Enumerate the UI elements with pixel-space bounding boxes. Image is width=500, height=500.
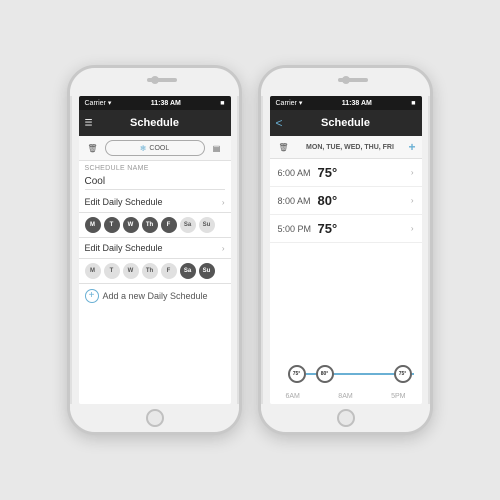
chevron-right-icon-1: ›: [222, 198, 225, 207]
slider-label-left: 6AM: [286, 393, 300, 400]
add-schedule-label: Add a new Daily Schedule: [103, 291, 208, 301]
time-slot-2[interactable]: 8:00 AM 80° ›: [270, 187, 422, 215]
phone-1-nav-title: Schedule: [130, 117, 179, 129]
phone-1-bottom: [70, 404, 239, 432]
phone-2: Carrier ▾ 11:38 AM ■ < Schedule 🗑 MON, T…: [258, 65, 433, 435]
schedule-name-label: SCHEDULE NAME: [85, 165, 225, 172]
p2-status-carrier: Carrier ▾: [276, 99, 303, 107]
phone-2-status-bar: Carrier ▾ 11:38 AM ■: [270, 96, 422, 110]
phone-1-screen: Carrier ▾ 11:38 AM ■ ☰ Schedule 🗑 ❄ COOL: [79, 96, 231, 404]
phone-2-nav-title: Schedule: [321, 117, 370, 129]
menu-icon[interactable]: ☰: [85, 118, 93, 129]
phone-1-status-bar: Carrier ▾ 11:38 AM ■: [79, 96, 231, 110]
slider-area: 75° 80° 75° 6AM 8AM 5PM: [270, 243, 422, 404]
days-row-2: M T W Th F Sa Su: [79, 259, 231, 284]
day-M-2[interactable]: M: [85, 263, 101, 279]
time-3-label: 5:00 PM: [278, 224, 318, 234]
edit-schedule-1-row[interactable]: Edit Daily Schedule ›: [79, 192, 231, 213]
status-time: 11:38 AM: [151, 100, 181, 107]
temp-2-value: 80°: [318, 193, 411, 208]
time-1-label: 6:00 AM: [278, 168, 318, 178]
day-Sa-2[interactable]: Sa: [180, 263, 196, 279]
day-W-1[interactable]: W: [123, 217, 139, 233]
slider-labels: 6AM 8AM 5PM: [278, 393, 414, 400]
snowflake-icon: ❄: [140, 144, 147, 153]
phone-1-top-bar: [70, 68, 239, 96]
slider-dot-3[interactable]: 75°: [394, 365, 412, 383]
time-2-label: 8:00 AM: [278, 196, 318, 206]
day-T-1[interactable]: T: [104, 217, 120, 233]
phone-2-bottom: [261, 404, 430, 432]
phone-1: Carrier ▾ 11:38 AM ■ ☰ Schedule 🗑 ❄ COOL: [67, 65, 242, 435]
phone-2-nav-bar: < Schedule: [270, 110, 422, 136]
trash-icon-toolbar[interactable]: 🗑: [85, 140, 101, 156]
day-W-2[interactable]: W: [123, 263, 139, 279]
cool-label: COOL: [149, 145, 169, 152]
slider-dot-2[interactable]: 80°: [316, 365, 334, 383]
phone-2-speaker: [338, 78, 368, 82]
phone-2-top-bar: [261, 68, 430, 96]
phone-2-screen: Carrier ▾ 11:38 AM ■ < Schedule 🗑 MON, T…: [270, 96, 422, 404]
chevron-right-t2: ›: [411, 196, 414, 205]
edit-schedule-2-label: Edit Daily Schedule: [85, 243, 222, 253]
chevron-right-icon-2: ›: [222, 244, 225, 253]
phone-2-toolbar: 🗑 MON, TUE, WED, THU, FRI +: [270, 136, 422, 159]
calendar-icon[interactable]: ▤: [209, 140, 225, 156]
chevron-right-t1: ›: [411, 168, 414, 177]
day-Su-1[interactable]: Su: [199, 217, 215, 233]
phone-2-home-button[interactable]: [337, 409, 355, 427]
time-slot-3[interactable]: 5:00 PM 75° ›: [270, 215, 422, 243]
slider-dot-3-value: 75°: [399, 371, 407, 377]
day-Sa-1[interactable]: Sa: [180, 217, 196, 233]
slider-dot-1[interactable]: 75°: [288, 365, 306, 383]
temp-3-value: 75°: [318, 221, 411, 236]
edit-schedule-2-row[interactable]: Edit Daily Schedule ›: [79, 238, 231, 259]
slider-label-right: 5PM: [391, 393, 405, 400]
chevron-right-t3: ›: [411, 224, 414, 233]
cool-badge[interactable]: ❄ COOL: [105, 140, 205, 156]
p2-status-time: 11:38 AM: [342, 100, 372, 107]
days-header: MON, TUE, WED, THU, FRI: [296, 144, 405, 151]
phone-1-nav-bar: ☰ Schedule: [79, 110, 231, 136]
schedule-name-section: SCHEDULE NAME Cool: [79, 161, 231, 192]
phone-1-speaker: [147, 78, 177, 82]
day-Th-1[interactable]: Th: [142, 217, 158, 233]
status-carrier: Carrier ▾: [85, 99, 112, 107]
p2-trash-icon[interactable]: 🗑: [276, 139, 292, 155]
temp-1-value: 75°: [318, 165, 411, 180]
status-battery: ■: [220, 100, 224, 107]
back-button[interactable]: <: [276, 116, 283, 130]
time-slot-1[interactable]: 6:00 AM 75° ›: [270, 159, 422, 187]
slider-track[interactable]: 75° 80° 75°: [278, 359, 414, 389]
slider-dot-2-value: 80°: [321, 371, 329, 377]
day-Th-2[interactable]: Th: [142, 263, 158, 279]
add-schedule-row[interactable]: + Add a new Daily Schedule: [79, 284, 231, 308]
day-Su-2[interactable]: Su: [199, 263, 215, 279]
schedule-name-value: Cool: [85, 174, 225, 190]
day-F-1[interactable]: F: [161, 217, 177, 233]
add-time-button[interactable]: +: [408, 140, 415, 154]
phones-container: Carrier ▾ 11:38 AM ■ ☰ Schedule 🗑 ❄ COOL: [67, 65, 433, 435]
slider-label-mid: 8AM: [338, 393, 352, 400]
day-F-2[interactable]: F: [161, 263, 177, 279]
day-M-1[interactable]: M: [85, 217, 101, 233]
p2-status-battery: ■: [411, 100, 415, 107]
edit-schedule-1-label: Edit Daily Schedule: [85, 197, 222, 207]
phone-1-toolbar: 🗑 ❄ COOL ▤: [79, 136, 231, 161]
phone-1-home-button[interactable]: [146, 409, 164, 427]
plus-circle-icon: +: [85, 289, 99, 303]
day-T-2[interactable]: T: [104, 263, 120, 279]
slider-dot-1-value: 75°: [293, 371, 301, 377]
days-row-1: M T W Th F Sa Su: [79, 213, 231, 238]
